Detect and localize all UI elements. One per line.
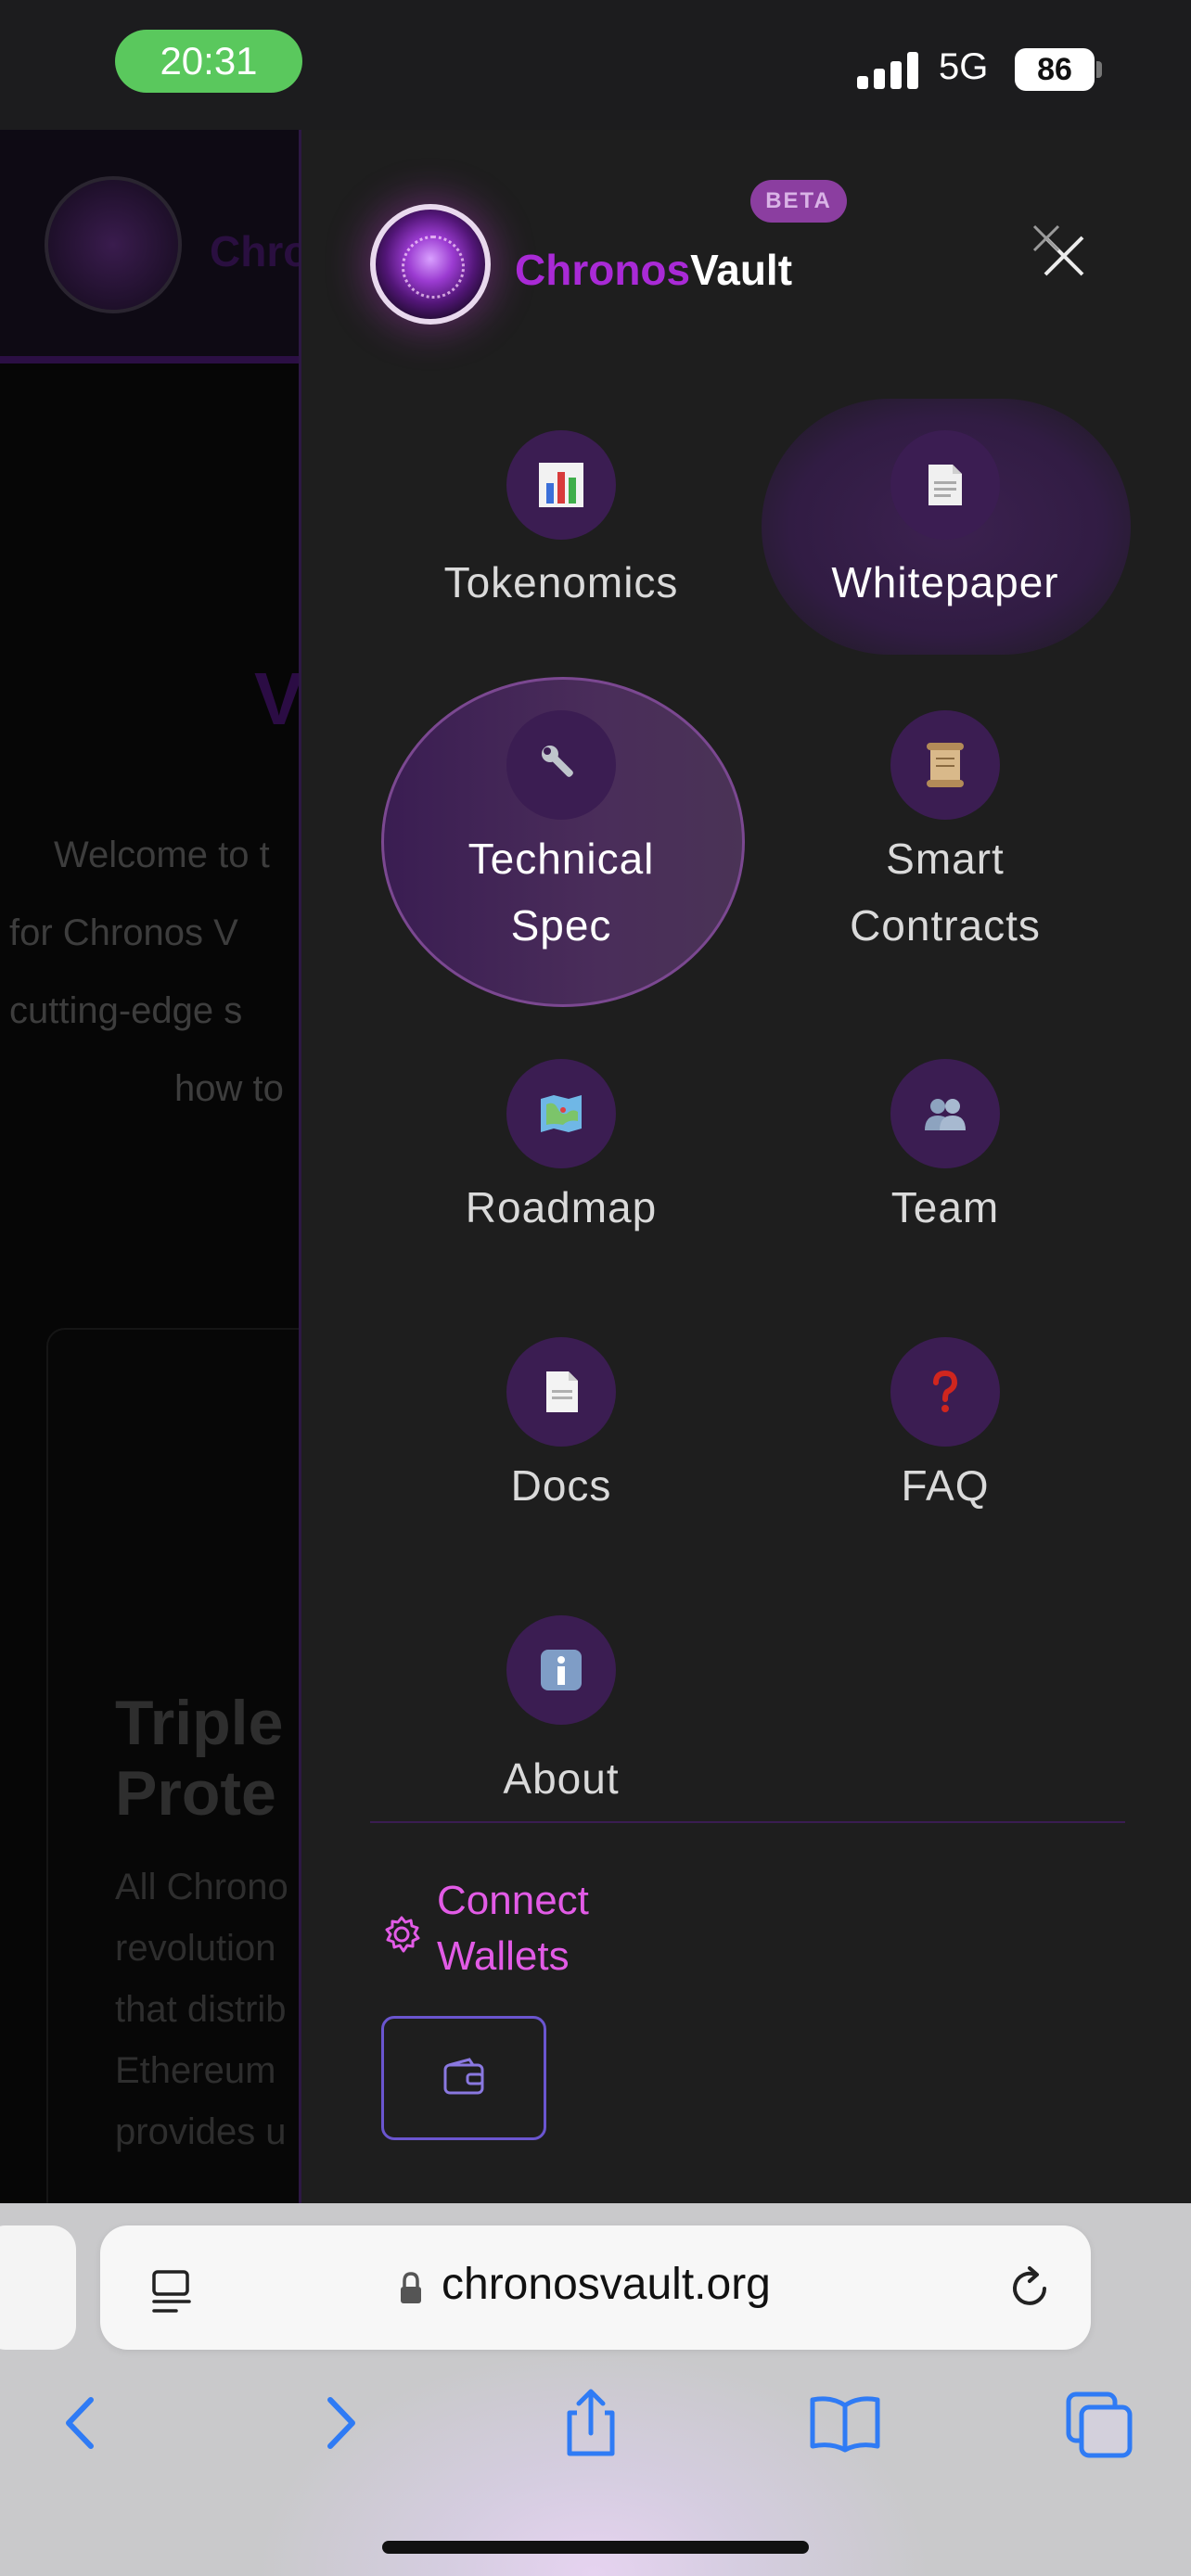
forward-icon[interactable] [299, 2381, 382, 2465]
address-bar[interactable]: chronosvault.org [100, 2225, 1091, 2350]
menu-label-roadmap: Roadmap [465, 1183, 658, 1231]
tabs-icon[interactable] [1057, 2381, 1141, 2465]
share-icon[interactable] [549, 2381, 633, 2465]
welcome-line: for Chronos V [9, 912, 238, 953]
menu-label-docs: Docs [510, 1461, 612, 1510]
scroll-icon [890, 710, 1000, 820]
page-menu-icon[interactable] [148, 2264, 195, 2316]
menu-label-smart-contracts: Smart Contracts [760, 825, 1131, 959]
previous-tab-preview[interactable] [0, 2225, 76, 2350]
back-icon[interactable] [39, 2381, 122, 2465]
bar-chart-icon [506, 430, 616, 540]
close-button[interactable] [1025, 217, 1099, 291]
menu-label-faq: FAQ [901, 1461, 990, 1510]
bookmarks-icon[interactable] [803, 2381, 887, 2465]
battery-icon: 86 [1015, 48, 1095, 91]
welcome-line: Welcome to t [54, 835, 270, 875]
card-title-line: Prote [115, 1758, 276, 1829]
home-indicator[interactable] [382, 2541, 809, 2554]
chronos-vault-logo[interactable] [370, 204, 491, 325]
card-body-line: that distrib [115, 1989, 287, 2030]
background-logo [45, 176, 182, 313]
label-line: Contracts [850, 901, 1041, 950]
drawer-divider [370, 1821, 1125, 1823]
label-line: Smart [886, 835, 1005, 883]
menu-item-about[interactable]: About [376, 1615, 747, 1816]
lock-icon [401, 2272, 421, 2303]
label-line: Spec [510, 901, 612, 950]
reload-icon[interactable] [1002, 2261, 1057, 2316]
brand-name-first: Chronos [515, 246, 691, 294]
card-body-line: provides u [115, 2111, 287, 2152]
background-page: Chro V Welcome to t for Chronos V cuttin… [0, 130, 299, 2203]
background-card-body: All Chrono revolution that distrib Ether… [115, 1856, 288, 2162]
background-header: Chro [0, 130, 299, 363]
wallet-button[interactable] [381, 2016, 546, 2140]
background-card-title: Triple Prote [115, 1688, 283, 1829]
background-heading: V [254, 657, 299, 740]
card-body-line: All Chrono [115, 1867, 288, 1907]
question-icon [890, 1337, 1000, 1447]
wallet-icon [443, 2058, 484, 2095]
connect-wallets-label: Connect Wallets [437, 1873, 589, 1984]
connect-line: Connect [437, 1878, 589, 1923]
battery-cap [1096, 61, 1102, 78]
close-icon [1032, 224, 1084, 276]
welcome-line: how to [174, 1068, 284, 1109]
wrench-icon [506, 710, 616, 820]
brand-name-second: Vault [690, 246, 793, 294]
page-icon [890, 430, 1000, 540]
welcome-line: cutting-edge s [9, 990, 243, 1031]
menu-label-technical-spec: Technical Spec [376, 825, 747, 959]
cellular-signal-icon [857, 52, 918, 89]
connect-line: Wallets [437, 1933, 570, 1979]
network-type: 5G [939, 46, 989, 87]
status-time: 20:31 [115, 30, 302, 93]
gear-icon [385, 1916, 420, 1953]
status-bar: 20:31 5G 86 [0, 0, 1191, 130]
card-body-line: Ethereum [115, 2050, 276, 2091]
team-icon [890, 1059, 1000, 1168]
background-welcome-text: Welcome to t for Chronos V cutting-edge … [9, 816, 299, 1128]
map-icon [506, 1059, 616, 1168]
label-line: Technical [467, 835, 655, 883]
menu-label-whitepaper: Whitepaper [831, 558, 1059, 606]
document-icon [506, 1337, 616, 1447]
url-text: chronosvault.org [442, 2260, 771, 2309]
beta-badge: BETA [750, 180, 847, 223]
menu-label-team: Team [890, 1183, 1000, 1231]
browser-toolbar: chronosvault.org [0, 2203, 1191, 2576]
info-icon [506, 1615, 616, 1725]
background-brand: Chro [210, 227, 299, 275]
menu-label-tokenomics: Tokenomics [443, 558, 679, 606]
navigation-drawer: ChronosVault BETA Tokenomics Whitepaper [299, 130, 1191, 2203]
card-title-line: Triple [115, 1688, 284, 1758]
menu-label-about: About [503, 1754, 620, 1803]
card-body-line: revolution [115, 1928, 276, 1969]
brand-name[interactable]: ChronosVault [515, 245, 792, 295]
